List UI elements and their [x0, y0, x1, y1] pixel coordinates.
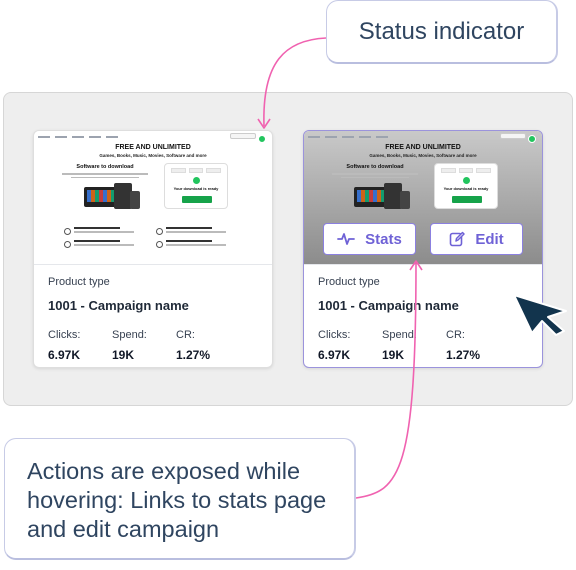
edit-icon — [450, 231, 466, 247]
cr-value: 1.27% — [176, 348, 211, 362]
thumbnail-text-lines — [62, 173, 148, 180]
status-indicator-callout-text: Status indicator — [358, 17, 525, 45]
actions-callout-text: Actions are exposed while hovering: Link… — [27, 458, 327, 542]
thumbnail-headline: FREE AND UNLIMITED — [115, 144, 191, 151]
continue-button-preview — [182, 196, 212, 203]
cr-value: 1.27% — [446, 348, 481, 362]
star-icon — [64, 241, 71, 248]
card-body: Product type 1001 - Campaign name Clicks… — [48, 276, 262, 362]
clicks-label: Clicks: — [48, 329, 81, 341]
edit-button[interactable]: Edit — [430, 223, 523, 255]
window-icon — [156, 228, 163, 235]
refresh-icon — [64, 228, 71, 235]
stats-button[interactable]: Stats — [323, 223, 416, 255]
product-type-label: Product type — [48, 276, 110, 288]
thumbnail-search — [500, 133, 526, 139]
metrics-row: Clicks: 6.97K Spend: 19K CR: 1.27% — [318, 329, 532, 362]
status-indicator — [528, 135, 536, 143]
cr-label: CR: — [176, 329, 195, 341]
metrics-row: Clicks: 6.97K Spend: 19K CR: 1.27% — [48, 329, 262, 362]
cr-label: CR: — [446, 329, 465, 341]
check-icon — [463, 177, 470, 184]
status-indicator-callout: Status indicator — [326, 0, 558, 64]
thumbnail-section-title: Software to download — [76, 164, 134, 170]
thumbnail-headline: FREE AND UNLIMITED — [385, 144, 461, 151]
download-box: Your download is ready — [434, 163, 498, 209]
devices-image — [84, 181, 140, 211]
continue-button-preview — [452, 196, 482, 203]
card-body: Product type 1001 - Campaign name Clicks… — [318, 276, 532, 362]
shield-icon — [156, 241, 163, 248]
thumbnail-text-lines — [332, 173, 418, 180]
actions-callout: Actions are exposed while hovering: Link… — [4, 438, 356, 560]
campaign-card[interactable]: FREE AND UNLIMITED Games, Books, Music, … — [33, 130, 273, 368]
thumbnail-section-title: Software to download — [346, 164, 404, 170]
check-icon — [193, 177, 200, 184]
thumbnail-subheadline: Games, Books, Music, Movies, Software an… — [99, 153, 207, 158]
campaign-name: 1001 - Campaign name — [48, 298, 189, 313]
product-type-label: Product type — [318, 276, 380, 288]
devices-image — [354, 181, 410, 211]
edit-button-label: Edit — [475, 230, 504, 248]
download-box: Your download is ready — [164, 163, 228, 209]
mouse-cursor-icon — [513, 294, 567, 336]
campaign-thumbnail: FREE AND UNLIMITED Games, Books, Music, … — [34, 131, 272, 265]
spend-value: 19K — [112, 348, 135, 362]
clicks-value: 6.97K — [48, 348, 81, 362]
spend-label: Spend: — [112, 329, 147, 341]
thumbnail-search — [230, 133, 256, 139]
stats-button-label: Stats — [365, 230, 402, 248]
thumbnail-features — [64, 227, 254, 255]
activity-icon — [337, 233, 356, 245]
spend-label: Spend: — [382, 329, 417, 341]
spend-value: 19K — [382, 348, 405, 362]
status-indicator — [258, 135, 266, 143]
clicks-label: Clicks: — [318, 329, 351, 341]
clicks-value: 6.97K — [318, 348, 351, 362]
campaign-name: 1001 - Campaign name — [318, 298, 459, 313]
thumbnail-subheadline: Games, Books, Music, Movies, Software an… — [369, 153, 477, 158]
